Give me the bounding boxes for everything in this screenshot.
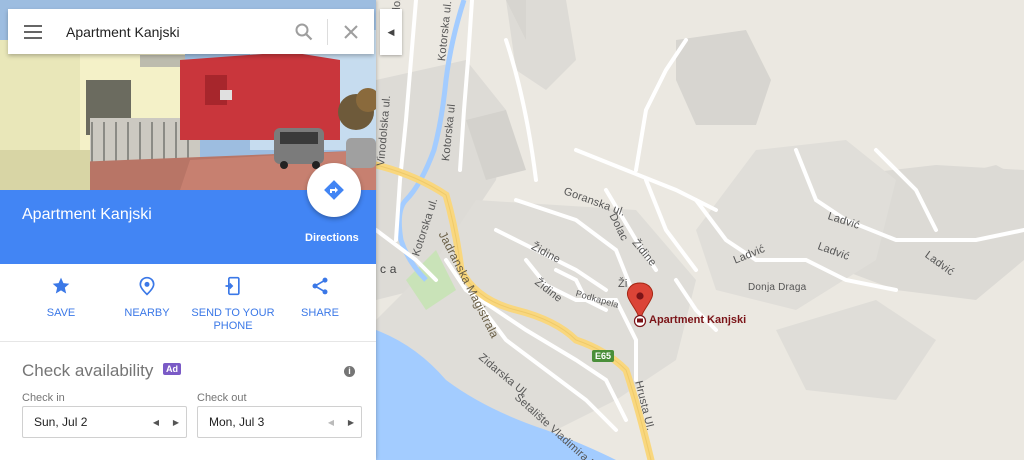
info-icon[interactable]: i <box>344 366 355 377</box>
send-to-phone-icon <box>225 276 240 296</box>
search-box <box>8 9 374 54</box>
street-label: Ži <box>618 278 628 290</box>
next-date-icon[interactable]: ▶ <box>341 418 361 427</box>
search-button[interactable] <box>281 9 327 54</box>
clear-search-button[interactable] <box>328 9 374 54</box>
action-bar: SAVE NEARBY SEND TO YOUR PHONE SHARE <box>0 264 376 342</box>
send-to-phone-button[interactable]: SEND TO YOUR PHONE <box>188 276 278 333</box>
check-in-picker[interactable]: Sun, Jul 2 ◀ ▶ <box>22 406 187 438</box>
share-label: SHARE <box>301 307 339 319</box>
caret-left-icon: ◀ <box>387 26 395 37</box>
check-availability-title: Check availability <box>22 361 154 380</box>
send-to-phone-label: SEND TO YOUR PHONE <box>191 307 275 332</box>
prev-date-icon[interactable]: ◀ <box>146 418 166 427</box>
share-button[interactable]: SHARE <box>275 276 365 320</box>
nearby-icon <box>139 276 155 296</box>
share-icon <box>312 277 328 295</box>
marker-label[interactable]: Apartment Kanjski <box>649 314 746 326</box>
nearby-button[interactable]: NEARBY <box>102 276 192 320</box>
map-graphics <box>376 0 1024 460</box>
check-out-picker[interactable]: Mon, Jul 3 ◀ ▶ <box>197 406 362 438</box>
save-label: SAVE <box>46 307 76 319</box>
road-shield-e65: E65 <box>592 350 615 362</box>
ad-badge: Ad <box>163 363 181 375</box>
menu-button[interactable] <box>8 9 58 54</box>
place-label: c a <box>380 262 397 276</box>
search-input[interactable] <box>58 23 281 40</box>
place-panel: Apartment Kanjski Directions SAVE NEARBY <box>0 0 376 460</box>
map-canvas[interactable]: Vinodolsk Kotorska ul. Kotorska ul Vinod… <box>376 0 1024 460</box>
directions-button[interactable] <box>307 163 361 217</box>
check-out-value: Mon, Jul 3 <box>209 415 265 429</box>
hamburger-menu-icon <box>24 24 42 39</box>
directions-label[interactable]: Directions <box>305 232 359 244</box>
directions-icon <box>324 180 344 200</box>
save-button[interactable]: SAVE <box>16 276 106 320</box>
check-in-value: Sun, Jul 2 <box>34 415 88 429</box>
star-icon <box>52 277 70 294</box>
place-title: Apartment Kanjski <box>22 206 152 223</box>
place-label: Donja Draga <box>748 282 807 293</box>
close-icon <box>344 24 358 39</box>
prev-date-icon[interactable]: ◀ <box>321 418 341 427</box>
check-out-label: Check out <box>197 392 247 404</box>
check-in-label: Check in <box>22 392 65 404</box>
search-icon <box>295 23 313 40</box>
next-date-icon[interactable]: ▶ <box>166 418 186 427</box>
nearby-label: NEARBY <box>124 307 170 319</box>
collapse-panel-button[interactable]: ◀ <box>380 9 402 55</box>
